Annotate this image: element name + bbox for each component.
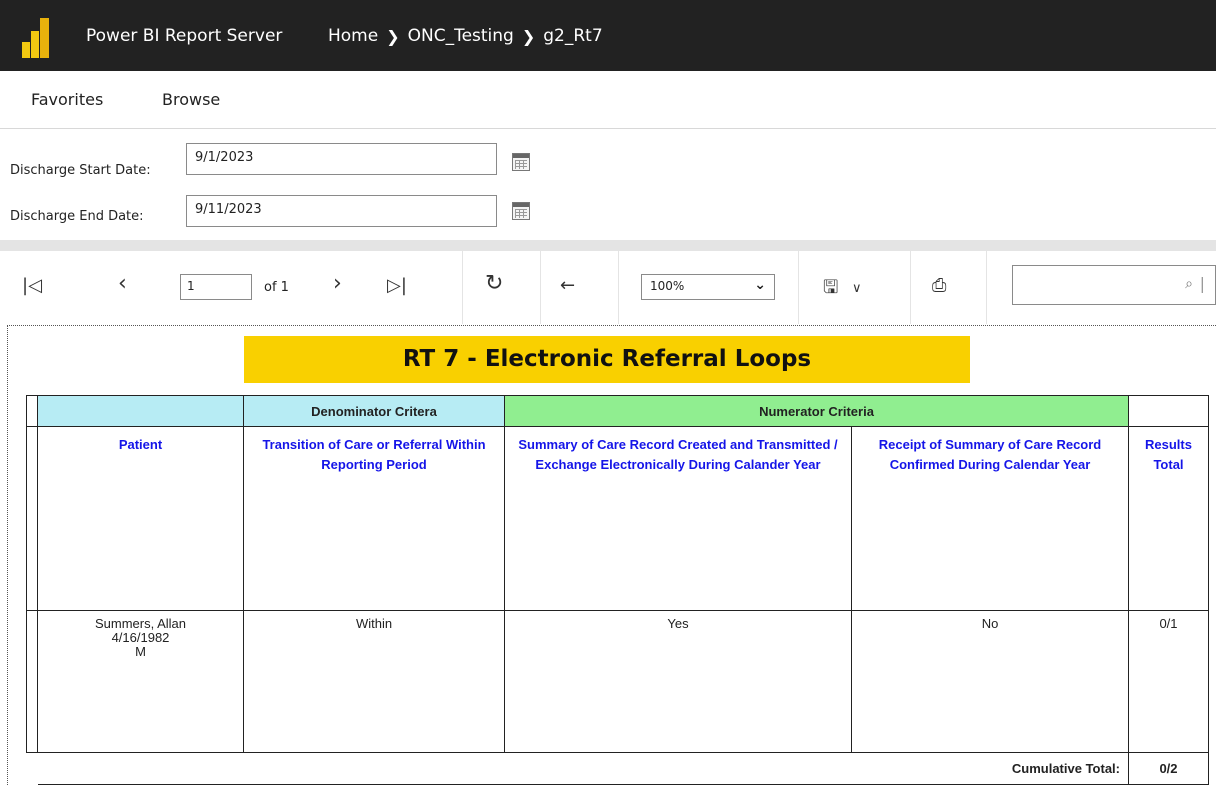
search-icon[interactable]: ⌕ <box>1185 276 1193 292</box>
chevron-down-icon[interactable]: ∨ <box>852 281 862 296</box>
cumulative-total-value: 0/2 <box>1129 753 1209 785</box>
patient-sex: M <box>135 644 146 659</box>
patient-group-header <box>38 395 244 427</box>
divider: | <box>1199 274 1205 293</box>
end-date-label: Discharge End Date: <box>10 209 144 224</box>
chevron-right-icon: ❯ <box>521 26 536 46</box>
power-bi-logo-icon[interactable] <box>22 18 52 58</box>
page-count-label: of 1 <box>264 280 289 295</box>
column-header-summary[interactable]: Summary of Care Record Created and Trans… <box>505 427 852 611</box>
column-header-results[interactable]: Results Total <box>1129 427 1209 611</box>
report-toolbar: |◁ ‹ 1 of 1 › ▷| ↻ ← 100% ⌄ 🖫 ∨ ⎙ ⌕ | <box>0 251 1216 324</box>
breadcrumb-folder[interactable]: ONC_Testing <box>408 26 514 46</box>
last-page-icon[interactable]: ▷| <box>387 275 407 296</box>
breadcrumb-report: g2_Rt7 <box>543 26 603 46</box>
back-icon[interactable]: ← <box>560 275 575 296</box>
table-cell-results: 0/1 <box>1129 611 1209 753</box>
calendar-icon[interactable] <box>512 202 530 220</box>
breadcrumb: Home ❯ ONC_Testing ❯ g2_Rt7 <box>328 26 603 46</box>
column-header-receipt[interactable]: Receipt of Summary of Care Record Confir… <box>852 427 1129 611</box>
print-icon[interactable]: ⎙ <box>932 275 946 296</box>
denominator-header: Denominator Critera <box>244 395 505 427</box>
cumulative-total-label: Cumulative Total: <box>38 753 1129 785</box>
calendar-icon[interactable] <box>512 153 530 171</box>
start-date-input[interactable]: 9/1/2023 <box>186 143 497 175</box>
table-row-patient: Summers, Allan 4/16/1982 M <box>38 611 244 753</box>
report-title: RT 7 - Electronic Referral Loops <box>244 336 970 383</box>
zoom-value: 100% <box>650 279 685 293</box>
column-header-transition[interactable]: Transition of Care or Referral Within Re… <box>244 427 505 611</box>
chevron-right-icon: ❯ <box>386 26 400 46</box>
table-cell-summary: Yes <box>505 611 852 753</box>
table-cell-receipt: No <box>852 611 1129 753</box>
search-input[interactable]: ⌕ | <box>1012 265 1216 305</box>
next-page-icon[interactable]: › <box>333 271 342 296</box>
breadcrumb-home[interactable]: Home <box>328 26 378 46</box>
nav-browse[interactable]: Browse <box>162 90 220 109</box>
report-canvas: RT 7 - Electronic Referral Loops Denomin… <box>7 325 1216 785</box>
patient-name: Summers, Allan <box>94 616 187 631</box>
chevron-down-icon: ⌄ <box>754 277 766 293</box>
table-cell-transition: Within <box>244 611 505 753</box>
nav-favorites[interactable]: Favorites <box>31 90 103 109</box>
panel-divider <box>0 240 1216 251</box>
parameters-panel: Discharge Start Date: 9/1/2023 Discharge… <box>0 128 1216 240</box>
start-date-label: Discharge Start Date: <box>10 163 151 178</box>
end-date-input[interactable]: 9/11/2023 <box>186 195 497 227</box>
previous-page-icon[interactable]: ‹ <box>118 271 127 296</box>
patient-dob: 4/16/1982 <box>111 630 170 645</box>
app-title[interactable]: Power BI Report Server <box>86 26 282 46</box>
refresh-icon[interactable]: ↻ <box>485 271 503 296</box>
numerator-header: Numerator Criteria <box>505 395 1129 427</box>
nav-bar: Favorites Browse <box>0 71 1216 127</box>
top-bar: Power BI Report Server Home ❯ ONC_Testin… <box>0 0 1216 71</box>
first-page-icon[interactable]: |◁ <box>22 275 42 296</box>
column-header-patient[interactable]: Patient <box>38 427 244 611</box>
zoom-select[interactable]: 100% ⌄ <box>641 274 775 300</box>
save-icon[interactable]: 🖫 <box>823 275 838 305</box>
page-number-input[interactable]: 1 <box>180 274 252 300</box>
